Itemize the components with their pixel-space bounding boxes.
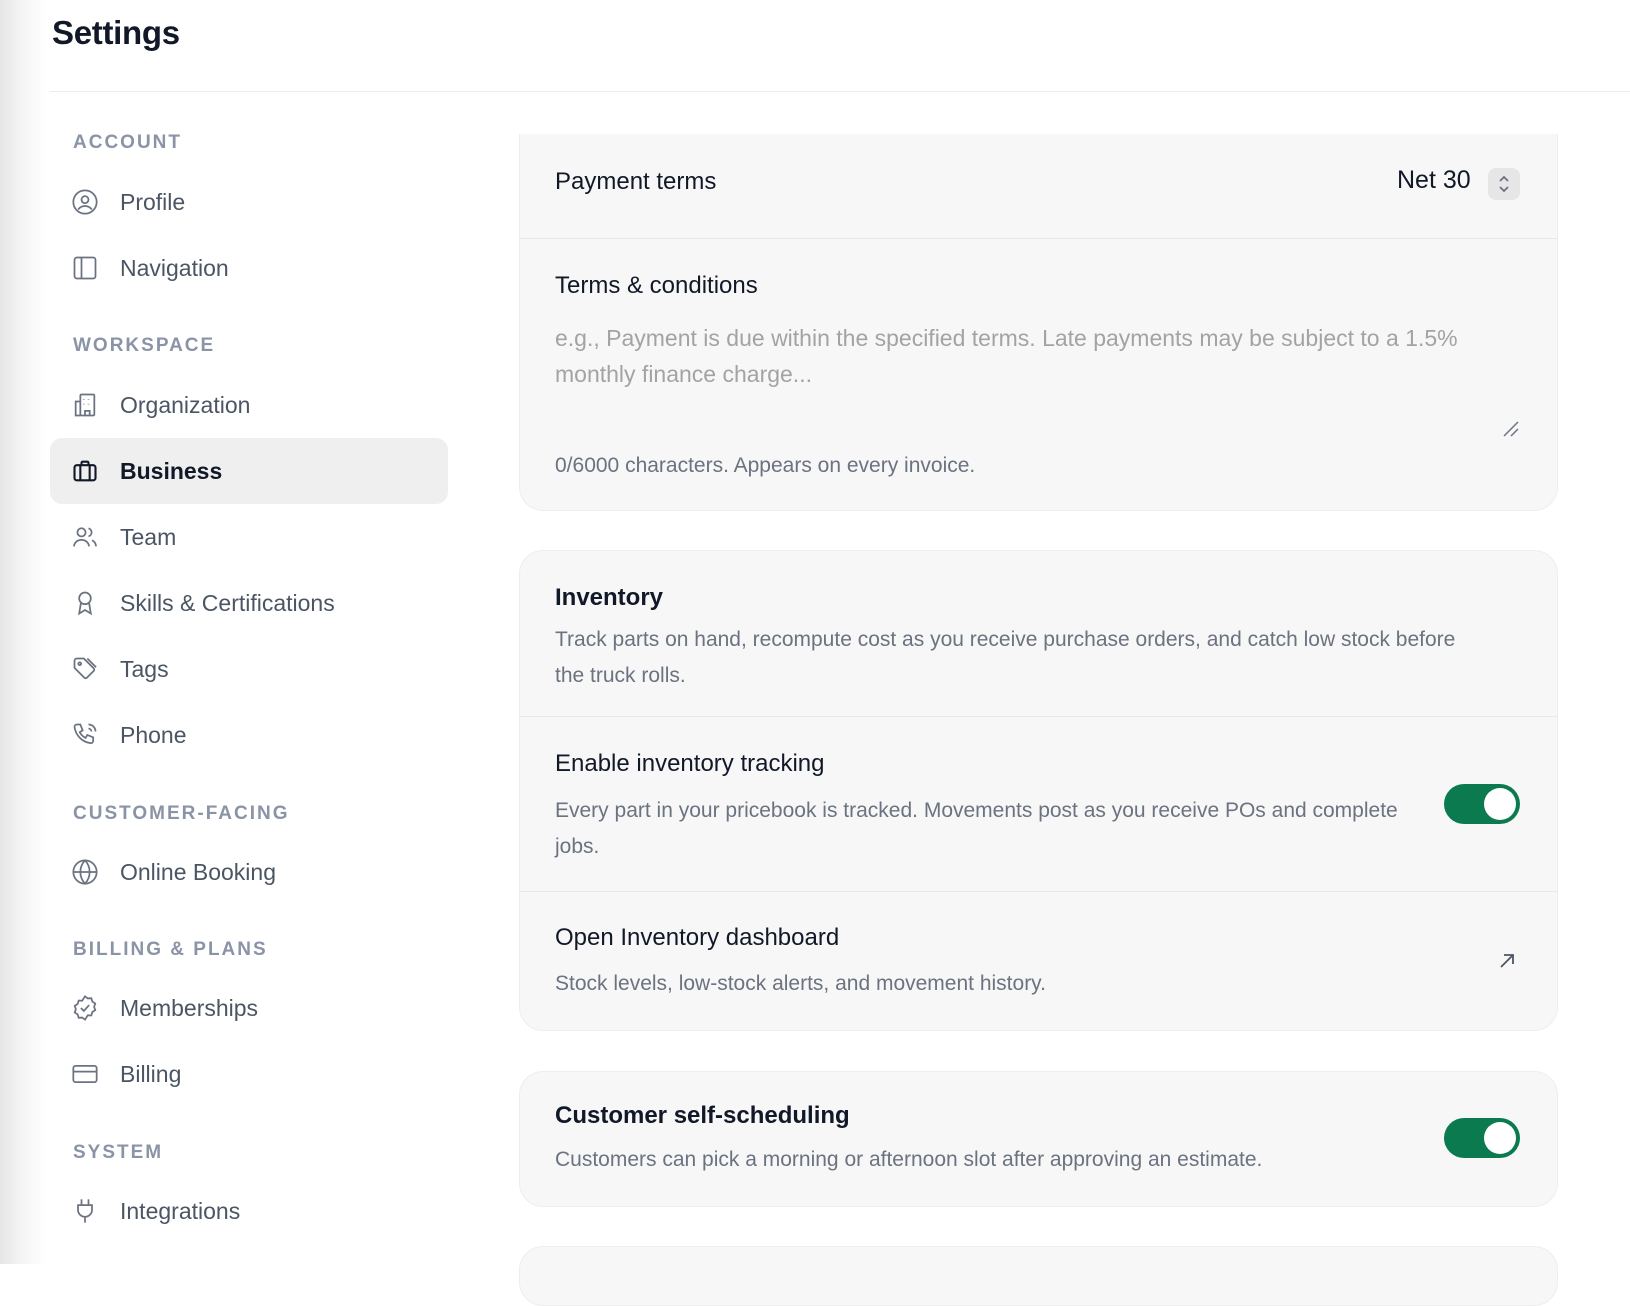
sidebar-item-label: Organization xyxy=(120,391,251,418)
sidebar-item-profile[interactable]: Profile xyxy=(50,169,448,235)
chevron-up-down-icon xyxy=(1499,175,1509,193)
toggle-knob xyxy=(1484,1122,1516,1154)
sidebar-item-label: Billing xyxy=(120,1060,182,1087)
sidebar-layout-icon xyxy=(71,254,99,282)
inventory-tracking-description: Every part in your pricebook is tracked.… xyxy=(555,799,1398,858)
self-scheduling-title: Customer self-scheduling xyxy=(555,1102,850,1129)
inventory-dashboard-description: Stock levels, low-stock alerts, and move… xyxy=(555,972,1046,995)
sidebar-item-label: Online Booking xyxy=(120,858,276,885)
self-scheduling-card xyxy=(519,1071,1558,1207)
users-icon xyxy=(71,523,99,551)
section-label-system: SYSTEM xyxy=(73,1142,164,1163)
terms-character-count: 0/6000 characters. Appears on every invo… xyxy=(555,454,976,477)
sidebar-item-label: Business xyxy=(120,457,223,484)
sidebar-item-team[interactable]: Team xyxy=(50,504,448,570)
section-label-workspace: WORKSPACE xyxy=(73,335,216,356)
sidebar-item-label: Tags xyxy=(120,655,169,682)
divider xyxy=(519,238,1558,239)
sidebar-item-online-booking[interactable]: Online Booking xyxy=(50,839,448,905)
section-label-customer-facing: CUSTOMER-FACING xyxy=(73,803,290,824)
sidebar-item-tags[interactable]: Tags xyxy=(50,636,448,702)
window-edge-shadow xyxy=(0,0,46,1264)
payment-terms-select[interactable] xyxy=(1488,168,1520,200)
sidebar-item-label: Profile xyxy=(120,188,186,215)
sidebar-item-billing[interactable]: Billing xyxy=(50,1041,448,1107)
sidebar-item-label: Memberships xyxy=(120,994,259,1021)
terms-conditions-label: Terms & conditions xyxy=(555,272,758,299)
next-settings-card xyxy=(519,1246,1558,1306)
arrow-up-right-icon xyxy=(1500,954,1514,968)
sidebar-item-integrations[interactable]: Integrations xyxy=(50,1178,448,1244)
inventory-dashboard-title: Open Inventory dashboard xyxy=(555,924,840,951)
briefcase-icon xyxy=(71,457,99,485)
credit-card-icon xyxy=(71,1060,99,1088)
toggle-knob xyxy=(1484,788,1516,820)
sidebar-item-memberships[interactable]: Memberships xyxy=(50,975,448,1041)
tags-icon xyxy=(71,655,99,683)
sidebar-item-organization[interactable]: Organization xyxy=(50,372,448,438)
terms-conditions-textarea[interactable]: e.g., Payment is due within the specifie… xyxy=(555,320,1521,440)
page-header: Settings xyxy=(50,0,1630,92)
sidebar-item-navigation[interactable]: Navigation xyxy=(50,235,448,301)
globe-icon xyxy=(71,858,99,886)
divider xyxy=(519,716,1558,717)
self-scheduling-toggle[interactable] xyxy=(1444,1118,1520,1158)
section-label-billing-plans: BILLING & PLANS xyxy=(73,939,268,960)
sidebar-item-label: Skills & Certifications xyxy=(120,589,335,616)
user-circle-icon xyxy=(71,188,99,216)
building-icon xyxy=(71,391,99,419)
section-label-account: ACCOUNT xyxy=(73,132,182,153)
sidebar-item-label: Integrations xyxy=(120,1197,241,1224)
sidebar-item-label: Navigation xyxy=(120,254,229,281)
award-icon xyxy=(71,589,99,617)
sidebar-item-business[interactable]: Business xyxy=(50,438,448,504)
sidebar-item-phone[interactable]: Phone xyxy=(50,702,448,768)
inventory-tracking-title: Enable inventory tracking xyxy=(555,750,825,777)
sidebar-item-label: Phone xyxy=(120,721,187,748)
sidebar-item-skills[interactable]: Skills & Certifications xyxy=(50,570,448,636)
inventory-title: Inventory xyxy=(555,584,664,611)
inventory-description: Track parts on hand, recompute cost as y… xyxy=(555,628,1456,687)
open-inventory-dashboard-row[interactable]: Open Inventory dashboard Stock levels, l… xyxy=(519,892,1558,1028)
sidebar-item-label: Team xyxy=(120,523,177,550)
plug-icon xyxy=(71,1197,99,1225)
self-scheduling-description: Customers can pick a morning or afternoo… xyxy=(555,1148,1263,1171)
phone-icon xyxy=(71,721,99,749)
payment-terms-value[interactable]: Net 30 xyxy=(1397,166,1471,195)
inventory-tracking-toggle[interactable] xyxy=(1444,784,1520,824)
resize-handle-icon[interactable] xyxy=(1502,420,1520,438)
payment-terms-label: Payment terms xyxy=(555,168,717,195)
page-title: Settings xyxy=(52,14,180,51)
badge-check-icon xyxy=(71,994,99,1022)
